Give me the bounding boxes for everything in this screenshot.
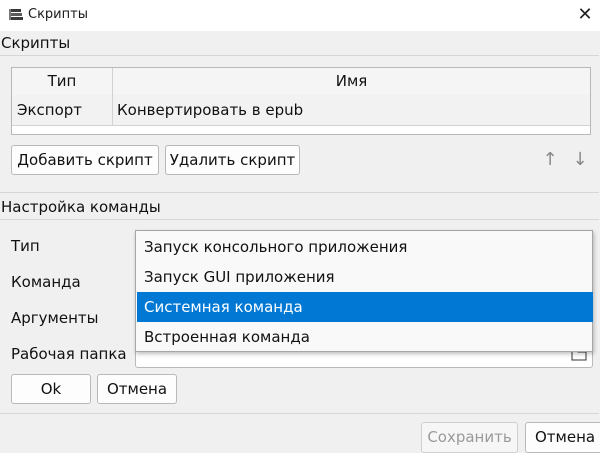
command-label: Команда (11, 273, 81, 291)
cell-separator (112, 95, 113, 125)
cell-type: Экспорт (17, 101, 83, 119)
footer-cancel-button[interactable]: Отмена (525, 422, 600, 453)
workdir-label: Рабочая папка (11, 345, 127, 363)
table-header: Тип Имя (12, 68, 590, 96)
move-up-icon[interactable]: ↑ (540, 149, 560, 171)
cell-name: Конвертировать в epub (117, 101, 304, 119)
command-section-label: Настройка команды (1, 198, 161, 216)
dropdown-option[interactable]: Запуск GUI приложения (137, 262, 593, 292)
type-label: Тип (11, 237, 40, 255)
command-cancel-button[interactable]: Отмена (97, 374, 177, 404)
scripts-stack-icon (9, 9, 23, 20)
ok-button[interactable]: Ok (11, 374, 91, 404)
column-header-type[interactable]: Тип (12, 68, 112, 95)
arguments-label: Аргументы (11, 309, 99, 327)
move-down-icon[interactable]: ↓ (570, 149, 590, 171)
add-script-button[interactable]: Добавить скрипт (11, 145, 159, 175)
type-dropdown-list[interactable]: Запуск консольного приложения Запуск GUI… (135, 230, 593, 352)
scripts-section-label: Скрипты (1, 34, 71, 52)
window-title: Скрипты (28, 7, 88, 22)
dropdown-option-selected[interactable]: Системная команда (137, 292, 593, 322)
title-bar: Скрипты ✕ (0, 0, 600, 31)
scripts-table[interactable]: Тип Имя Экспорт Конвертировать в epub (11, 67, 591, 135)
dropdown-option[interactable]: Встроенная команда (137, 322, 593, 352)
table-row[interactable]: Экспорт Конвертировать в epub (12, 95, 590, 126)
dropdown-option[interactable]: Запуск консольного приложения (137, 232, 593, 262)
save-button[interactable]: Сохранить (421, 422, 518, 453)
delete-script-button[interactable]: Удалить скрипт (165, 145, 300, 175)
column-header-name[interactable]: Имя (113, 68, 590, 95)
close-icon[interactable]: ✕ (572, 2, 598, 28)
